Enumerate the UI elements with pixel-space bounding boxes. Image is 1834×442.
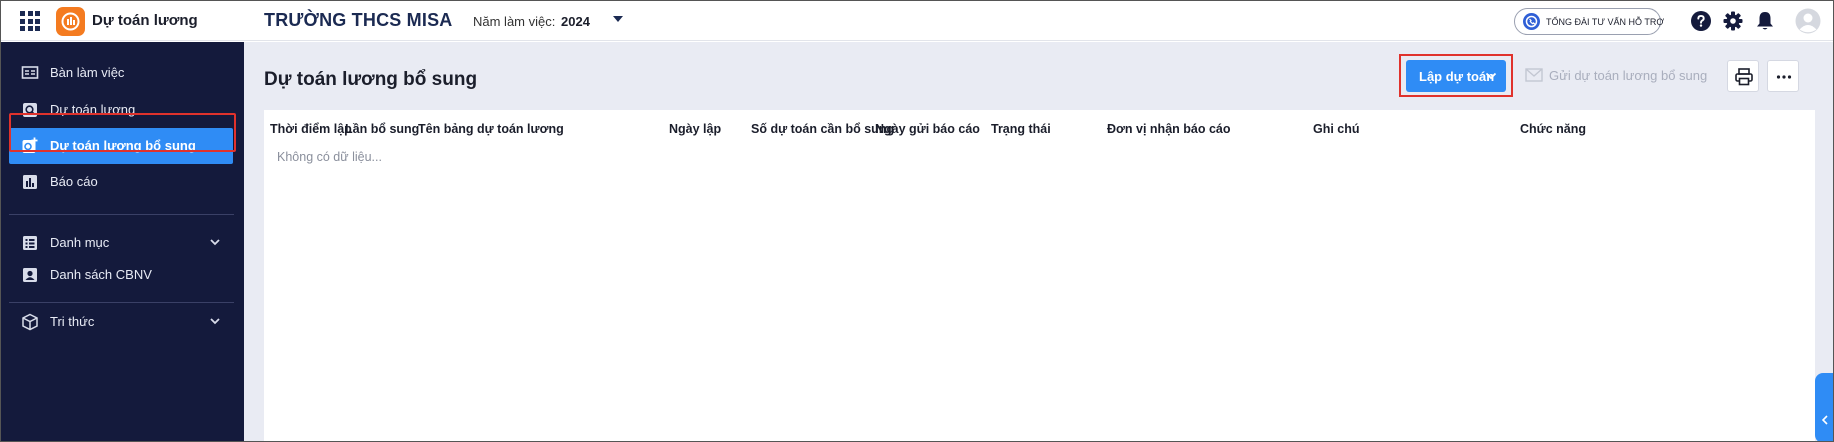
create-estimate-label: Lập dự toán	[1419, 69, 1495, 84]
side-panel-toggle[interactable]	[1815, 373, 1833, 441]
sidebar-item-label: Dự toán lương	[50, 102, 136, 117]
sidebar-item-label: Danh mục	[50, 235, 110, 250]
report-icon	[23, 175, 37, 189]
support-label: TỔNG ĐÀI TƯ VẤN HỖ TRỢ	[1546, 17, 1665, 27]
column-header[interactable]: Ghi chú	[1313, 122, 1360, 136]
sidebar-item-report[interactable]: Báo cáo	[9, 164, 233, 200]
chevron-down-icon	[1485, 72, 1497, 80]
app-window: Dự toán lương TRƯỜNG THCS MISA Năm làm v…	[0, 0, 1834, 442]
chevron-down-icon	[210, 318, 220, 325]
sidebar: Bàn làm việc Dự toán lương Dự toán lương…	[1, 42, 244, 441]
column-header[interactable]: Ngày lập	[669, 122, 721, 136]
more-options-button[interactable]	[1767, 60, 1799, 92]
more-dots-icon	[1776, 75, 1792, 79]
column-header[interactable]: Lần bổ sung	[345, 122, 419, 136]
chevron-left-icon	[1821, 415, 1828, 425]
create-estimate-button[interactable]: Lập dự toán	[1406, 60, 1506, 92]
phone-icon	[1523, 13, 1540, 30]
sidebar-item-label: Danh sách CBNV	[50, 267, 152, 282]
column-header[interactable]: Trạng thái	[991, 122, 1051, 136]
column-header[interactable]: Chức năng	[1520, 122, 1586, 136]
sidebar-divider	[9, 214, 234, 215]
empty-state-message: Không có dữ liệu...	[277, 150, 382, 164]
sidebar-item-label: Báo cáo	[50, 174, 98, 189]
top-bar: Dự toán lương TRƯỜNG THCS MISA Năm làm v…	[1, 1, 1833, 41]
data-table: Thời điểm lập Lần bổ sung Tên bảng dự to…	[264, 110, 1815, 441]
column-header[interactable]: Thời điểm lập	[270, 122, 352, 136]
sidebar-item-staff-list[interactable]: Danh sách CBNV	[9, 257, 233, 293]
bell-icon[interactable]	[1756, 11, 1774, 31]
salary-plus-icon	[22, 137, 38, 153]
caret-down-icon[interactable]	[613, 14, 623, 24]
year-value[interactable]: 2024	[561, 14, 590, 29]
sidebar-item-label: Tri thức	[50, 314, 95, 329]
desk-icon	[21, 66, 39, 79]
app-name: Dự toán lương	[92, 12, 198, 29]
sidebar-item-label: Bàn làm việc	[50, 65, 125, 80]
printer-icon	[1735, 68, 1753, 86]
support-hotline-button[interactable]: TỔNG ĐÀI TƯ VẤN HỖ TRỢ	[1514, 8, 1665, 35]
page-title: Dự toán lương bổ sung	[264, 69, 478, 90]
sidebar-item-desk[interactable]: Bàn làm việc	[9, 55, 233, 91]
school-name: TRƯỜNG THCS MISA	[264, 10, 453, 30]
column-header[interactable]: Đơn vị nhận báo cáo	[1107, 122, 1231, 136]
column-header[interactable]: Ngày gửi báo cáo	[875, 122, 980, 136]
send-supplementary-label: Gửi dự toán lương bổ sung	[1549, 68, 1708, 83]
app-logo-icon	[56, 7, 85, 36]
sidebar-item-catalog[interactable]: Danh mục	[9, 225, 233, 261]
sidebar-item-label: Dự toán lương bổ sung	[50, 138, 196, 153]
column-header[interactable]: Tên bảng dự toán lương	[418, 122, 564, 136]
sidebar-item-knowledge[interactable]: Tri thức	[9, 304, 233, 340]
print-button[interactable]	[1727, 60, 1759, 92]
apps-grid-icon[interactable]	[20, 11, 40, 31]
gear-icon[interactable]	[1723, 11, 1743, 31]
cube-icon	[22, 313, 38, 331]
sidebar-item-salary-estimate[interactable]: Dự toán lương	[9, 92, 233, 128]
help-icon[interactable]	[1691, 11, 1711, 31]
list-icon	[23, 236, 37, 250]
envelope-icon	[1525, 68, 1543, 82]
sidebar-item-supplementary-estimate[interactable]: Dự toán lương bổ sung	[9, 128, 233, 164]
avatar-icon[interactable]	[1795, 8, 1821, 34]
main-content: Dự toán lương bổ sung Lập dự toán Gửi dự…	[244, 42, 1833, 441]
staff-icon	[23, 268, 37, 282]
chevron-down-icon	[210, 239, 220, 246]
year-label: Năm làm việc:	[473, 14, 556, 29]
salary-icon	[23, 103, 37, 117]
sidebar-divider	[9, 302, 234, 303]
column-header[interactable]: Số dự toán cần bổ sung	[751, 122, 894, 136]
